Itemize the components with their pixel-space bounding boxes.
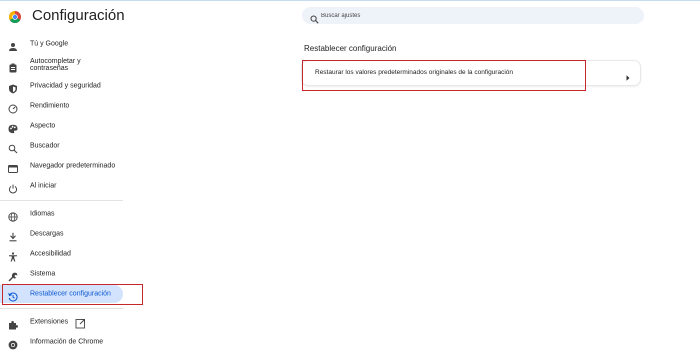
history-icon [8,289,18,302]
sidebar-item-label: Sistema [30,270,56,278]
power-icon [8,181,18,194]
shield-icon [8,81,18,94]
person-icon [8,39,18,51]
browser-window-icon [8,161,18,173]
search-input[interactable] [321,7,631,24]
reset-settings-row-label: Restaurar los valores predeterminados or… [315,69,513,76]
palette-icon [8,121,18,134]
sidebar-item-performance[interactable]: Rendimiento [0,97,123,115]
chevron-right-icon [625,69,631,81]
sidebar-item-you-google[interactable]: Tú y Google [0,35,123,53]
sidebar-item-label: Privacidad y seguridad [30,82,101,90]
sidebar-item-default-browser[interactable]: Navegador predeterminado [0,157,123,175]
sidebar-item-appearance[interactable]: Aspecto [0,117,123,135]
section-title: Restablecer configuración [304,44,397,53]
chrome-logo [8,10,21,24]
sidebar-item-about[interactable]: Información de Chrome [0,333,123,351]
sidebar-item-label: Aspecto [30,122,56,130]
sidebar-item-label: Navegador predeterminado [30,162,116,170]
sidebar-item-privacy[interactable]: Privacidad y seguridad [0,77,123,95]
wrench-icon [8,269,18,282]
sidebar-item-label: Idiomas [30,210,55,218]
sidebar-item-label: Información de Chrome [30,338,104,346]
sidebar-item-reset[interactable]: Restablecer configuración [0,285,123,303]
sidebar-item-label: Accesibilidad [30,250,71,258]
chrome-icon [8,337,18,350]
sidebar-nav: Tú y Google Autocompletar y contraseñas … [0,30,150,358]
search-icon [8,141,18,154]
speedometer-icon [8,101,18,114]
sidebar-item-label: Al iniciar [30,182,57,190]
search-box[interactable] [302,7,644,24]
clipboard-icon [8,60,18,73]
reset-settings-row[interactable]: Restaurar los valores predeterminados or… [302,61,640,85]
page-title: Configuración [32,7,125,24]
sidebar-item-label: Extensiones [30,318,69,326]
sidebar-item-search-engine[interactable]: Buscador [0,137,123,155]
sidebar-item-on-startup[interactable]: Al iniciar [0,177,123,195]
sidebar-item-label: Autocompletar y contraseñas [30,58,81,72]
sidebar-item-accessibility[interactable]: Accesibilidad [0,245,123,263]
sidebar-item-label: Rendimiento [30,102,70,110]
sidebar-item-system[interactable]: Sistema [0,265,123,283]
sidebar-item-autofill[interactable]: Autocompletar y contraseñas [0,54,123,76]
sidebar-item-downloads[interactable]: Descargas [0,225,123,243]
sidebar-item-label: Buscador [30,142,60,150]
sidebar-item-label: Descargas [30,230,64,238]
sidebar-item-extensions[interactable]: Extensiones [0,313,123,331]
window-top-border [0,0,700,1]
sidebar-item-label: Tú y Google [30,40,69,48]
download-icon [8,229,18,242]
globe-icon [8,209,18,222]
sidebar-item-label: Restablecer configuración [30,290,111,298]
accessibility-icon [8,249,18,262]
sidebar-item-languages[interactable]: Idiomas [0,205,123,223]
puzzle-icon [8,317,18,330]
open-in-new-icon[interactable] [75,316,86,329]
search-icon [310,11,319,24]
sidebar-divider [0,308,123,309]
sidebar-divider [0,200,123,201]
